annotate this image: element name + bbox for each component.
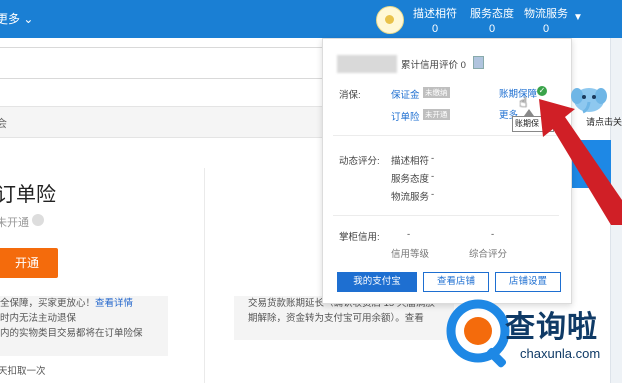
- profile-icon[interactable]: [473, 56, 484, 69]
- hand-cursor-icon: ☝: [519, 94, 528, 110]
- open-button[interactable]: 开通: [0, 248, 58, 278]
- score-label: 描述相符: [413, 8, 457, 20]
- red-arrow-annotation: [539, 99, 622, 225]
- account-period-link[interactable]: 账期保障: [499, 86, 537, 100]
- card-status: 未开通: [0, 217, 29, 229]
- dynamic-row-value: -: [431, 153, 435, 164]
- my-alipay-button[interactable]: 我的支付宝: [337, 272, 417, 292]
- guarantee-label: 消保:: [339, 90, 361, 101]
- search-input[interactable]: [0, 47, 330, 79]
- info-text: 全保障，买家更放心！: [0, 298, 96, 309]
- view-shop-button[interactable]: 查看店铺: [423, 272, 489, 292]
- credit-level-label: 信用等级: [391, 249, 430, 260]
- score-value: 0: [488, 23, 496, 35]
- score-label: 服务态度: [470, 8, 514, 20]
- watermark-brand: 查询啦: [505, 311, 598, 344]
- section-bar: 会: [0, 106, 330, 138]
- dynamic-row-name: 服务态度: [391, 174, 430, 185]
- watermark-url: chaxunla.com: [520, 346, 601, 361]
- more-label[interactable]: 更多: [0, 12, 20, 26]
- shop-settings-button[interactable]: 店铺设置: [495, 272, 561, 292]
- avatar[interactable]: [376, 6, 404, 34]
- credit-level-value: -: [407, 229, 411, 240]
- score-logistics: 物流服务 0: [518, 5, 574, 35]
- score-label: 物流服务: [524, 8, 568, 20]
- score-value: 0: [431, 23, 439, 35]
- score-value: 0: [542, 23, 550, 35]
- dynamic-score-label: 动态评分:: [339, 156, 380, 167]
- shopkeeper-credit-label: 掌柜信用:: [339, 232, 380, 243]
- overall-score-value: -: [491, 229, 495, 240]
- info-line: 期解除，资金转为支付宝可用余额）。查看: [248, 313, 424, 324]
- info-text: 时内无法主动退保: [0, 313, 77, 324]
- blurred-shop-name: [337, 55, 397, 73]
- deposit-link[interactable]: 保证金: [391, 87, 420, 101]
- more-menu[interactable]: 更多 ⌄: [0, 10, 33, 27]
- dynamic-row-name: 物流服务: [391, 192, 430, 203]
- divider: [333, 215, 559, 216]
- score-description: 描述相符 0: [407, 5, 463, 35]
- info-box: 全保障，买家更放心！查看详情 时内无法主动退保 内的实物类目交易都将在订单险保: [0, 296, 168, 356]
- dropdown-caret-icon[interactable]: ▼: [573, 12, 583, 23]
- info-line: 内的实物类目交易都将在订单险保: [0, 326, 168, 341]
- dynamic-row-value: -: [431, 189, 435, 200]
- divider: [204, 168, 205, 383]
- order-insurance-link[interactable]: 订单险: [391, 109, 420, 123]
- status-badge: 未缴纳: [423, 87, 450, 98]
- help-icon[interactable]: [32, 214, 44, 226]
- divider: [333, 135, 559, 136]
- overall-score-label: 综合评分: [469, 249, 508, 260]
- info-line: 全保障，买家更放心！查看详情: [0, 296, 168, 311]
- chevron-down-icon: ⌄: [23, 12, 34, 26]
- info-text: 内的实物类目交易都将在订单险保: [0, 328, 143, 339]
- score-service: 服务态度 0: [464, 5, 520, 35]
- top-nav-bar: 更多 ⌄ 描述相符 0 服务态度 0 物流服务 0 ▼: [0, 0, 622, 38]
- credit-label: 累计信用评价 0: [401, 60, 466, 71]
- status-badge: 未开通: [423, 109, 450, 120]
- dynamic-row-value: -: [431, 171, 435, 182]
- view-details-link[interactable]: 查看详情: [95, 298, 133, 309]
- dynamic-row-name: 描述相符: [391, 156, 430, 167]
- info-tail: 天扣取一次: [0, 366, 46, 377]
- card-title: 订单险: [0, 184, 56, 206]
- info-line: 时内无法主动退保: [0, 311, 168, 326]
- section-bar-text: 会: [0, 118, 7, 130]
